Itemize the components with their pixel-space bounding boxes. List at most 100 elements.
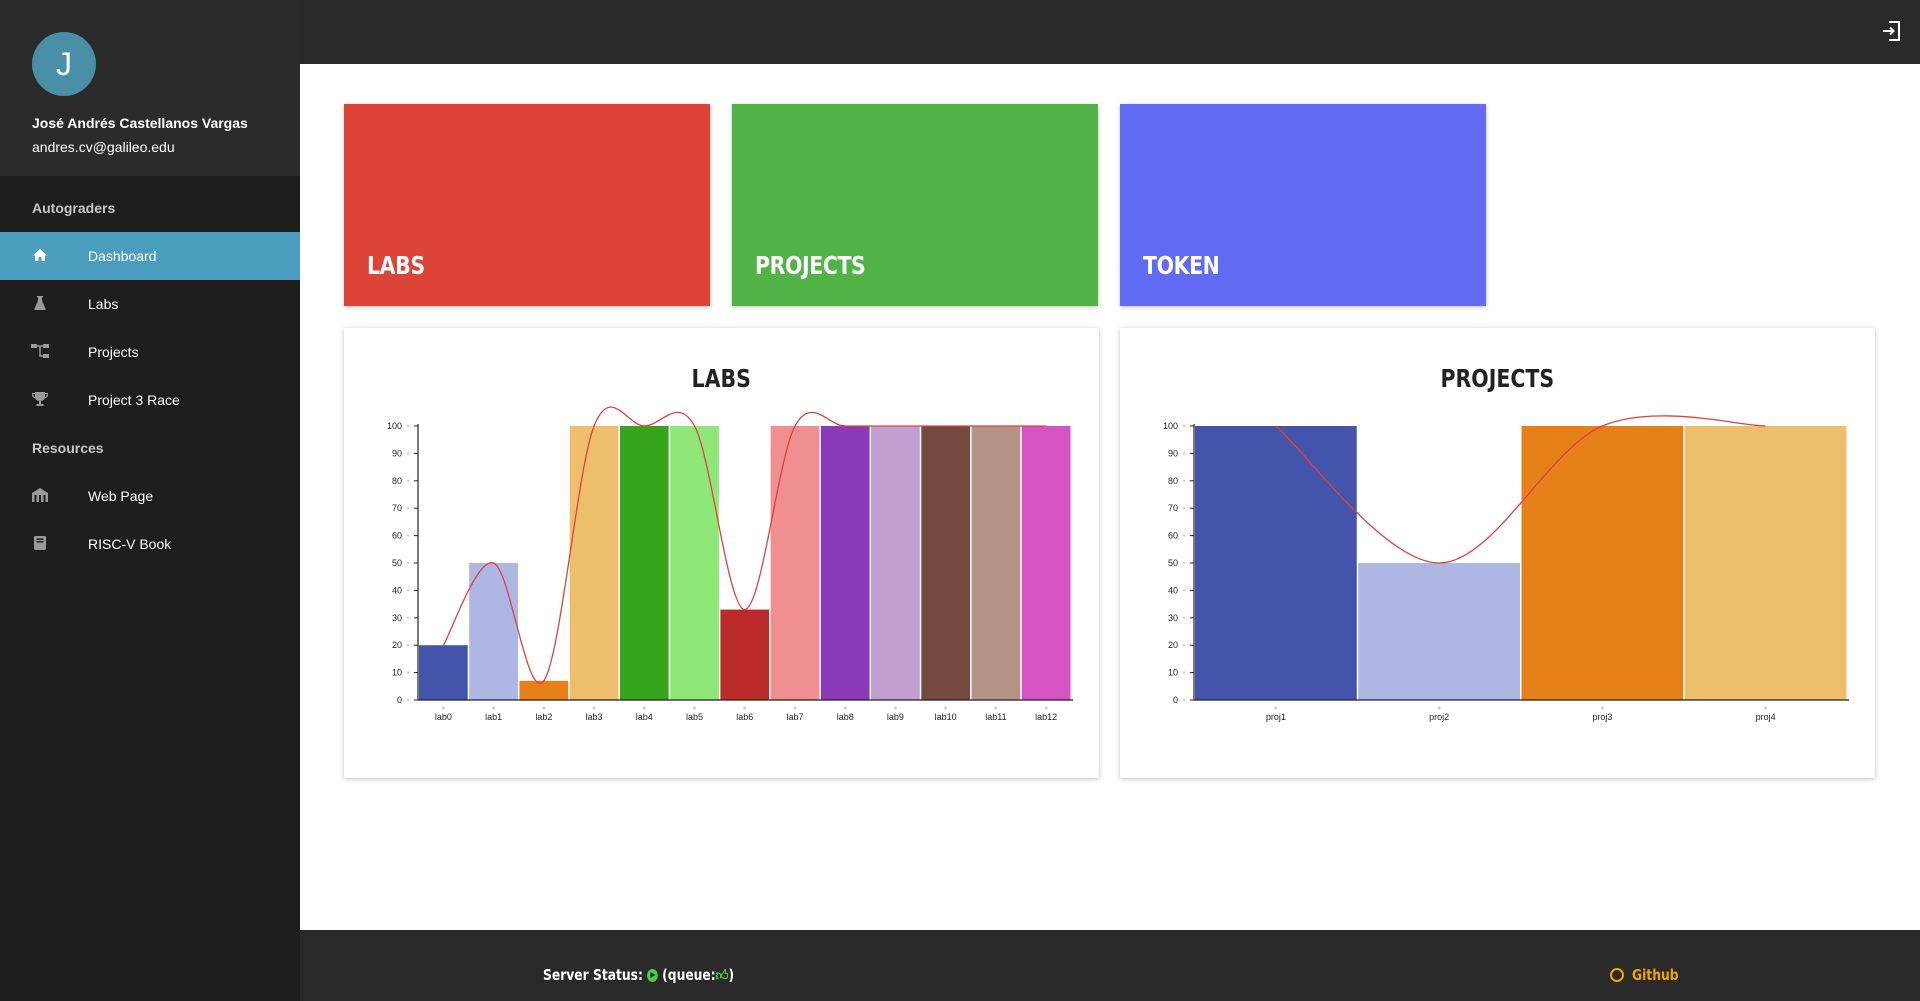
- x-tick-label: lab10: [935, 712, 957, 722]
- bar-lab3[interactable]: [569, 426, 619, 700]
- y-tick-label: 70: [1168, 503, 1178, 513]
- queue-close-label: ): [728, 966, 735, 984]
- y-tick-dot: [1182, 452, 1186, 455]
- y-tick-dot: [1182, 507, 1186, 510]
- bar-lab7[interactable]: [770, 426, 820, 700]
- x-tick-label: lab3: [586, 712, 603, 722]
- book-icon: [30, 520, 50, 568]
- labs-tile[interactable]: LABS: [344, 104, 710, 306]
- y-tick-label: 20: [392, 640, 402, 650]
- bar-proj2[interactable]: [1358, 563, 1520, 700]
- y-tick-label: 60: [392, 531, 402, 541]
- sidebar: J José Andrés Castellanos Vargas andres.…: [0, 0, 300, 1001]
- bar-lab11[interactable]: [971, 426, 1021, 700]
- avatar[interactable]: J: [32, 32, 96, 96]
- y-tick-label: 50: [1168, 558, 1178, 568]
- x-tick-dot: [441, 706, 445, 710]
- projects-chart-card: PROJECTS 0 10 20 30 40 50 60 70 80 90 100 proj1 proj…: [1120, 328, 1875, 778]
- bar-lab9[interactable]: [871, 426, 920, 700]
- user-email: andres.cv@galileo.edu: [32, 139, 175, 155]
- y-tick-label: 90: [392, 448, 402, 458]
- x-tick-dot: [1274, 706, 1278, 710]
- y-tick-label: 100: [387, 421, 402, 431]
- y-tick-dot: [406, 479, 410, 482]
- x-tick-label: lab1: [485, 712, 502, 722]
- sidebar-item-web-page[interactable]: Web Page: [0, 472, 300, 520]
- sidebar-item-label: Web Page: [88, 488, 154, 504]
- bar-lab1[interactable]: [469, 563, 518, 700]
- sidebar-item-project-3-race[interactable]: Project 3 Race: [0, 376, 300, 424]
- y-tick-label: 10: [1168, 668, 1178, 678]
- labs-chart: 0 10 20 30 40 50 60 70 80 90 100 lab0 lab1 lab2 lab3 la…: [387, 406, 1073, 722]
- x-tick-dot: [693, 706, 697, 710]
- token-tile[interactable]: TOKEN: [1120, 104, 1486, 306]
- y-tick-dot: [406, 698, 410, 702]
- x-tick-dot: [793, 706, 797, 710]
- queue-open-label: (queue:: [662, 966, 716, 984]
- server-status-label: Server Status:: [543, 966, 643, 984]
- bar-proj1[interactable]: [1195, 426, 1357, 700]
- y-tick-dot: [1182, 589, 1186, 592]
- bar-lab0[interactable]: [419, 645, 468, 700]
- play-circle-icon: [647, 969, 658, 982]
- y-tick-dot: [406, 589, 410, 592]
- bar-proj4[interactable]: [1684, 426, 1847, 700]
- home-icon: [30, 232, 50, 280]
- x-tick-dot: [642, 706, 646, 710]
- sidebar-item-labs[interactable]: Labs: [0, 280, 300, 328]
- bar-lab12[interactable]: [1021, 426, 1071, 700]
- x-tick-dot: [843, 706, 847, 710]
- tile-label: PROJECTS: [755, 251, 866, 280]
- tile-label: LABS: [367, 251, 425, 280]
- y-tick-dot: [406, 424, 410, 428]
- github-label: Github: [1632, 966, 1679, 984]
- nav-header-resources: Resources: [32, 440, 104, 456]
- y-tick-dot: [1182, 479, 1186, 482]
- bar-lab4[interactable]: [619, 426, 669, 700]
- github-link[interactable]: Github: [1610, 950, 1689, 1001]
- x-tick-dot: [994, 706, 998, 710]
- x-tick-label: lab0: [435, 712, 452, 722]
- y-tick-label: 30: [1168, 613, 1178, 623]
- sitemap-icon: [30, 328, 50, 376]
- bar-lab2[interactable]: [519, 680, 569, 700]
- logout-icon[interactable]: [1880, 20, 1902, 42]
- x-tick-label: lab2: [535, 712, 552, 722]
- bar-lab6[interactable]: [720, 609, 770, 700]
- y-tick-dot: [1182, 671, 1186, 674]
- sidebar-item-label: Dashboard: [88, 248, 157, 264]
- x-tick-label: proj1: [1266, 712, 1286, 722]
- y-tick-dot: [406, 671, 410, 674]
- bar-proj3[interactable]: [1521, 426, 1684, 700]
- x-tick-dot: [492, 706, 496, 710]
- x-tick-dot: [944, 706, 948, 710]
- x-tick-dot: [1764, 706, 1768, 710]
- sidebar-item-projects[interactable]: Projects: [0, 328, 300, 376]
- bar-lab5[interactable]: [670, 426, 719, 700]
- y-tick-dot: [406, 452, 410, 455]
- bar-lab10[interactable]: [921, 426, 971, 700]
- x-tick-label: lab8: [837, 712, 854, 722]
- y-tick-label: 40: [1168, 585, 1178, 595]
- nav-header-autograders: Autograders: [32, 200, 116, 216]
- user-profile: J José Andrés Castellanos Vargas andres.…: [0, 0, 300, 176]
- projects-tile[interactable]: PROJECTS: [732, 104, 1098, 306]
- y-tick-label: 100: [1163, 421, 1178, 431]
- y-tick-dot: [406, 534, 410, 537]
- building-icon: [30, 472, 50, 520]
- y-tick-label: 50: [392, 558, 402, 568]
- tile-label: TOKEN: [1143, 251, 1220, 280]
- y-tick-label: 0: [397, 695, 402, 705]
- sidebar-item-risc-v-book[interactable]: RISC-V Book: [0, 520, 300, 568]
- user-name: José Andrés Castellanos Vargas: [32, 115, 248, 131]
- x-tick-dot: [1600, 706, 1604, 710]
- sidebar-item-dashboard[interactable]: Dashboard: [0, 232, 300, 280]
- y-tick-label: 70: [392, 503, 402, 513]
- bar-lab8[interactable]: [820, 426, 870, 700]
- y-tick-label: 20: [1168, 640, 1178, 650]
- x-tick-label: lab11: [985, 712, 1006, 722]
- x-tick-label: lab5: [686, 712, 703, 722]
- y-tick-dot: [1182, 616, 1186, 619]
- x-tick-label: lab12: [1035, 712, 1057, 722]
- y-tick-dot: [1182, 644, 1186, 647]
